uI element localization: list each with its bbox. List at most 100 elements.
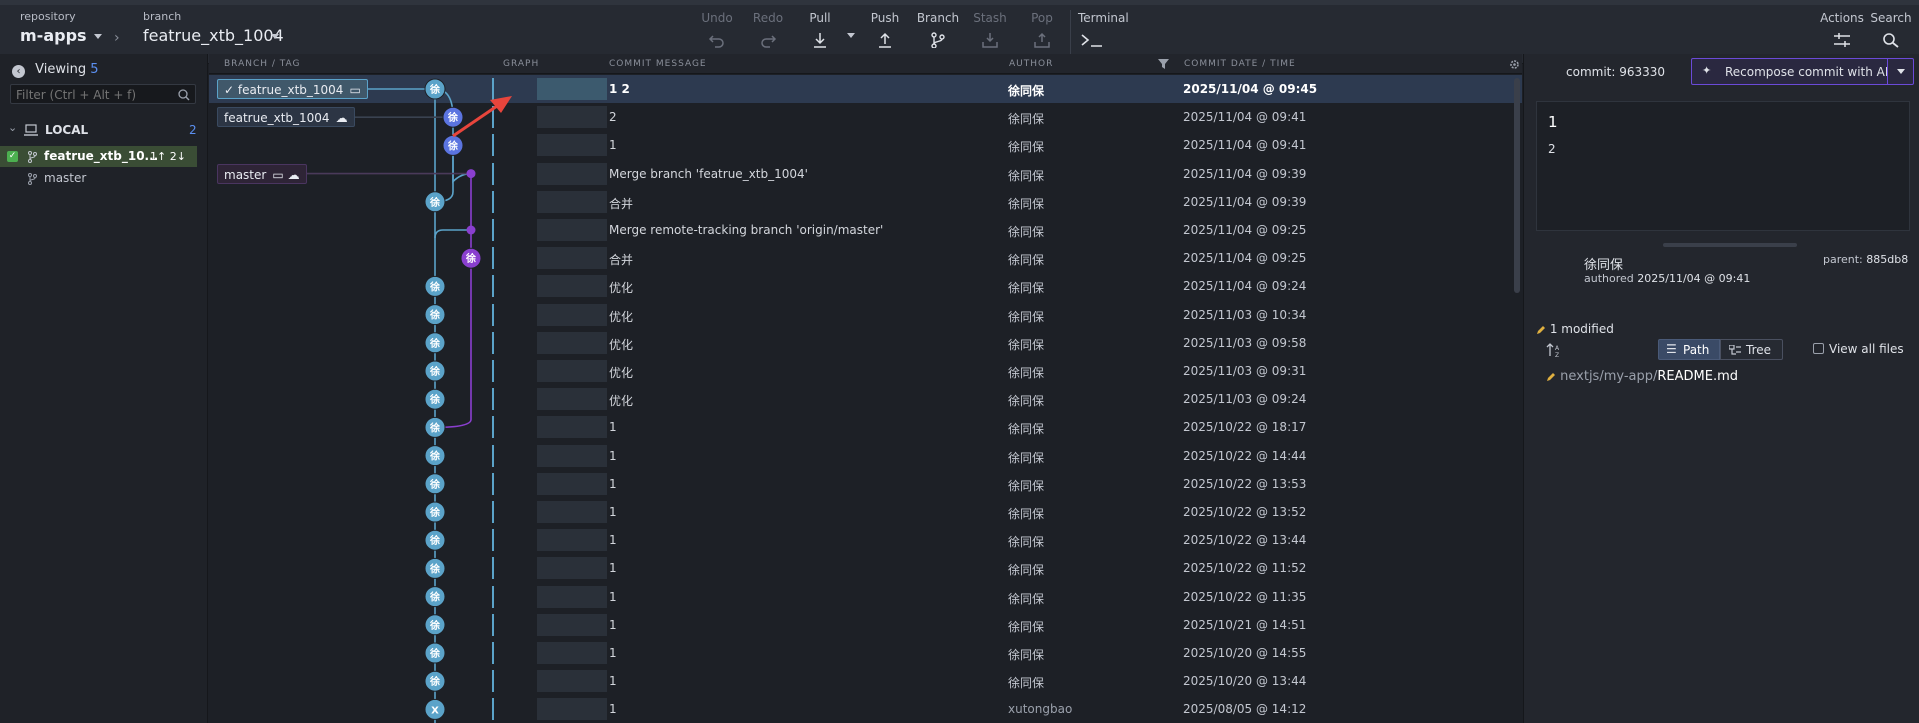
path-label: Path — [1683, 343, 1710, 357]
stash-button[interactable]: Stash — [962, 10, 1018, 58]
commit-avatar-node[interactable]: 徐 — [424, 501, 446, 523]
merge-commit-dot[interactable] — [466, 225, 476, 235]
file-name: README.md — [1657, 369, 1739, 384]
column-commit-date[interactable]: COMMIT DATE / TIME — [1184, 59, 1296, 69]
left-sidebar: ‹ Viewing 5 ⌄ LOCAL 2 ✓ featrue_xtb_10..… — [0, 54, 208, 723]
filter-icon[interactable] — [1158, 59, 1169, 69]
pull-button[interactable]: Pull — [792, 10, 848, 58]
column-branch-tag[interactable]: BRANCH / TAG — [224, 59, 301, 69]
commit-message: 优化 — [609, 394, 634, 409]
avatar-initial: 徐 — [465, 252, 476, 265]
column-graph[interactable]: GRAPH — [503, 59, 539, 69]
commit-avatar-node[interactable]: 徐 — [424, 670, 446, 692]
commit-author: 徐同保 — [1008, 422, 1045, 437]
graph-scrollbar[interactable] — [1514, 78, 1520, 293]
actions-button[interactable]: Actions — [1814, 10, 1870, 58]
merge-commit-dot[interactable] — [466, 169, 476, 179]
commit-avatar-node[interactable]: X — [424, 698, 446, 720]
local-count: 2 — [189, 123, 197, 137]
local-section-header[interactable]: ⌄ LOCAL 2 — [0, 118, 207, 140]
path-view-button[interactable]: ☰ Path — [1658, 339, 1720, 360]
repository-name[interactable]: m-apps — [20, 26, 87, 45]
gear-icon[interactable] — [1509, 59, 1520, 70]
branch-label-featrue[interactable]: ✓ featrue_xtb_1004 ▭ — [217, 79, 368, 99]
commit-date: 2025/11/04 @ 09:41 — [1183, 138, 1307, 153]
filter-input[interactable] — [16, 87, 171, 102]
commit-avatar-node[interactable]: 徐 — [424, 473, 446, 495]
avatar-initial: 徐 — [447, 111, 458, 124]
commit-avatar-node[interactable]: 徐 — [424, 416, 446, 438]
commit-avatar-node[interactable]: 徐 — [424, 614, 446, 636]
commit-author: 徐同保 — [1008, 253, 1045, 268]
tree-view-button[interactable]: Tree — [1720, 339, 1783, 360]
commit-avatar-node[interactable]: 徐 — [424, 360, 446, 382]
commit-sha[interactable]: 963330 — [1619, 65, 1665, 79]
push-button[interactable]: Push — [857, 10, 913, 58]
avatar-initial: 徐 — [429, 591, 440, 604]
commit-message: 2 — [609, 110, 617, 125]
commit-date: 2025/10/22 @ 13:53 — [1183, 476, 1307, 491]
commit-avatar-node[interactable]: 徐 — [460, 247, 482, 269]
recompose-commit-button[interactable]: ✦ Recompose commit with AI — [1691, 58, 1914, 85]
search-button[interactable]: Search — [1866, 10, 1916, 58]
branch-name[interactable]: featrue_xtb_1004 — [143, 26, 284, 45]
commit-author: 徐同保 — [1008, 366, 1045, 380]
commit-avatar-node[interactable]: 徐 — [424, 191, 446, 213]
commit-sha-row: commit: 963330 — [1566, 65, 1665, 79]
commit-date: 2025/11/03 @ 09:31 — [1183, 364, 1307, 378]
commit-avatar-node[interactable]: 徐 — [424, 275, 446, 297]
pull-dropdown-icon[interactable] — [847, 33, 855, 38]
branch-button[interactable]: Branch — [910, 10, 966, 58]
commit-avatar-node[interactable]: 徐 — [424, 529, 446, 551]
collapse-panel-icon[interactable]: ‹ — [12, 65, 25, 78]
view-all-files-toggle[interactable]: View all files — [1813, 342, 1904, 356]
commit-author: 徐同保 — [1008, 112, 1045, 127]
parent-sha[interactable]: 885db8 — [1866, 253, 1908, 266]
branch-label-text: master — [224, 167, 267, 182]
commit-avatar-node[interactable]: 徐 — [424, 445, 446, 467]
commit-message: 1 — [609, 589, 617, 604]
cloud-icon: ☁ — [335, 111, 348, 126]
commit-author: 徐同保 — [1008, 196, 1045, 211]
avatar-initial: 徐 — [429, 280, 440, 293]
commit-message-box[interactable]: 1 2 — [1536, 101, 1910, 231]
commit-avatar-node[interactable]: 徐 — [442, 134, 464, 156]
branch-label-master[interactable]: master ▭ ☁ — [217, 163, 307, 184]
branch-dropdown-icon[interactable] — [271, 34, 279, 39]
column-headers: BRANCH / TAG GRAPH COMMIT MESSAGE AUTHOR… — [209, 54, 1522, 74]
chevron-down-icon[interactable] — [1897, 69, 1905, 74]
commit-avatar-node[interactable]: 徐 — [442, 106, 464, 128]
commit-message: 合并 — [609, 196, 634, 211]
repository-dropdown-icon[interactable] — [94, 34, 102, 39]
push-icon — [879, 32, 891, 48]
sidebar-item-master[interactable]: master — [0, 168, 197, 189]
commit-avatar-node[interactable]: 徐 — [424, 586, 446, 608]
column-author[interactable]: AUTHOR — [1009, 59, 1053, 69]
sidebar-item-featrue-xtb-1004[interactable]: ✓ featrue_xtb_10... 1↑ 2↓ — [0, 146, 197, 167]
file-item[interactable]: nextjs/my-app/README.md — [1546, 369, 1738, 384]
commit-avatar-node[interactable]: 徐 — [424, 642, 446, 664]
column-commit-message[interactable]: COMMIT MESSAGE — [609, 59, 707, 69]
commit-author: 徐同保 — [1008, 168, 1045, 183]
commit-avatar-node[interactable]: 徐 — [424, 78, 446, 100]
undo-button[interactable]: Undo — [689, 10, 745, 58]
terminal-button[interactable]: Terminal — [1072, 10, 1130, 58]
commit-avatar-node[interactable]: 徐 — [424, 557, 446, 579]
avatar-initial: 徐 — [429, 450, 440, 463]
commit-avatar-node[interactable]: 徐 — [424, 388, 446, 410]
commit-author: 徐同保 — [1008, 507, 1045, 521]
redo-button[interactable]: Redo — [740, 10, 796, 58]
commit-avatar-node[interactable]: 徐 — [424, 304, 446, 326]
checked-checkbox-icon[interactable]: ✓ — [7, 151, 18, 162]
branch-button-label: Branch — [916, 11, 960, 25]
checkbox-icon[interactable] — [1813, 343, 1824, 354]
authored-row: authored 2025/11/04 @ 09:41 — [1584, 272, 1750, 285]
avatar-initial: X — [431, 705, 439, 716]
resize-handle[interactable] — [1663, 243, 1797, 247]
pull-icon — [814, 33, 826, 48]
commit-author: 徐同保 — [1008, 676, 1045, 691]
branch-label-featrue[interactable]: featrue_xtb_1004 ☁ — [217, 107, 355, 128]
sort-icon[interactable]: AZ — [1546, 342, 1562, 358]
pop-button[interactable]: Pop — [1014, 10, 1070, 58]
commit-avatar-node[interactable]: 徐 — [424, 332, 446, 354]
